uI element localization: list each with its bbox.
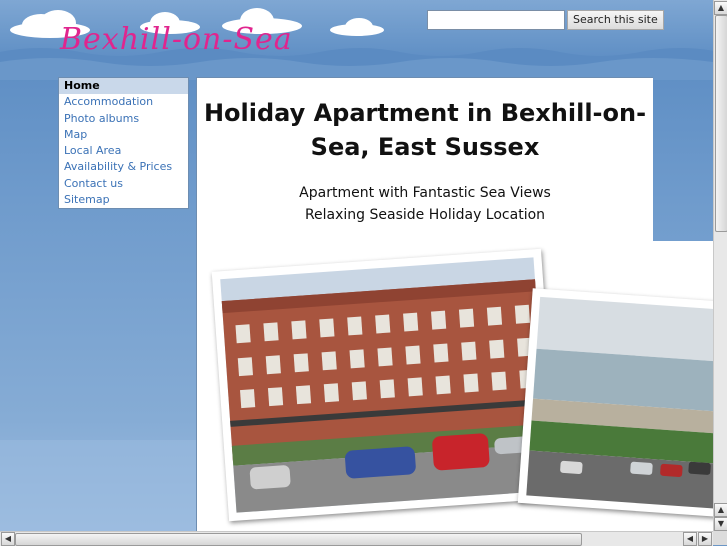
- nav-item-accommodation[interactable]: Accommodation: [59, 94, 188, 110]
- scroll-up-icon[interactable]: ▲: [714, 1, 727, 15]
- vertical-scroll-thumb[interactable]: [715, 15, 727, 232]
- horizontal-scroll-thumb[interactable]: [15, 533, 582, 546]
- scroll-up-icon-lower[interactable]: ▲: [714, 503, 727, 517]
- page-heading: Holiday Apartment in Bexhill-on-Sea, Eas…: [203, 99, 647, 161]
- nav-item-availability-prices[interactable]: Availability & Prices: [59, 159, 188, 175]
- building-image: [220, 257, 550, 513]
- search-input[interactable]: [427, 10, 565, 30]
- scroll-right-icon[interactable]: ▶: [698, 532, 712, 546]
- scroll-left-icon-right[interactable]: ◀: [683, 532, 697, 546]
- search-button[interactable]: Search this site: [567, 10, 664, 30]
- nav-item-contact-us[interactable]: Contact us: [59, 176, 188, 192]
- subheading-relaxing: Relaxing Seaside Holiday Location: [304, 207, 546, 223]
- sea-view-image: [526, 296, 727, 509]
- sidebar-nav: Home Accommodation Photo albums Map Loca…: [58, 77, 189, 209]
- nav-item-photo-albums[interactable]: Photo albums: [59, 111, 188, 127]
- scroll-left-icon[interactable]: ◀: [1, 532, 15, 546]
- subheading-sea-views: Apartment with Fantastic Sea Views: [299, 185, 551, 201]
- nav-item-local-area[interactable]: Local Area: [59, 143, 188, 159]
- site-title[interactable]: Bexhill-on-Sea: [60, 22, 293, 57]
- photo-sea-view[interactable]: [517, 288, 727, 517]
- scrollbar-corner: [713, 531, 727, 545]
- vertical-scrollbar[interactable]: ▲ ▲ ▼: [713, 0, 727, 531]
- horizontal-scrollbar[interactable]: ◀ ◀ ▶: [0, 531, 713, 546]
- nav-item-map[interactable]: Map: [59, 127, 188, 143]
- scroll-down-icon[interactable]: ▼: [714, 517, 727, 531]
- nav-item-sitemap[interactable]: Sitemap: [59, 192, 188, 208]
- photo-apartment-building[interactable]: [211, 248, 559, 522]
- nav-item-home[interactable]: Home: [59, 78, 188, 95]
